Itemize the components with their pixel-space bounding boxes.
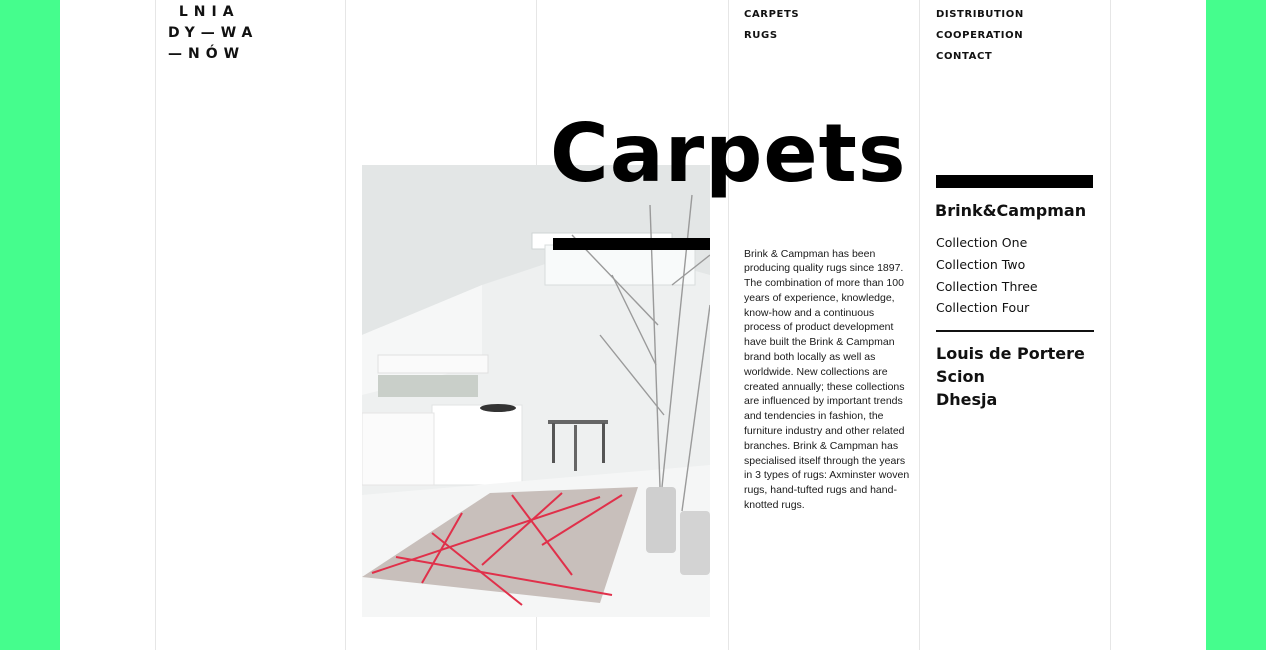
- logo-line-1: LNIA: [168, 4, 240, 20]
- collection-link-one[interactable]: Collection One: [936, 232, 1038, 254]
- nav-cooperation-link[interactable]: COOPERATION: [936, 25, 1024, 46]
- sidebar-accent-bar: [936, 175, 1093, 188]
- brand-link-scion[interactable]: Scion: [936, 365, 1085, 388]
- nav-distribution-link[interactable]: DISTRIBUTION: [936, 4, 1024, 25]
- collection-link-two[interactable]: Collection Two: [936, 254, 1038, 276]
- grid-line: [155, 0, 156, 650]
- logo-line-2: DY—WA: [168, 25, 259, 41]
- brand-heading[interactable]: Brink&Campman: [935, 201, 1086, 220]
- grid-line: [1110, 0, 1111, 650]
- site-logo[interactable]: LNIA DY—WA —NÓW: [168, 2, 258, 65]
- logo-line-3: —NÓW: [168, 46, 246, 62]
- primary-nav: CARPETS RUGS: [744, 4, 799, 46]
- title-accent-bar: [553, 238, 710, 250]
- nav-rugs-link[interactable]: RUGS: [744, 25, 799, 46]
- collection-link-four[interactable]: Collection Four: [936, 297, 1038, 319]
- brand-link-dhesja[interactable]: Dhesja: [936, 388, 1085, 411]
- sidebar-divider: [936, 330, 1094, 332]
- grid-line: [345, 0, 346, 650]
- collection-link-three[interactable]: Collection Three: [936, 276, 1038, 298]
- intro-paragraph: Brink & Campman has been producing quali…: [744, 247, 910, 512]
- interior-photo-illustration: [362, 165, 710, 617]
- nav-contact-link[interactable]: CONTACT: [936, 46, 1024, 67]
- page: LNIA DY—WA —NÓW CARPETS RUGS DISTRIBUTIO…: [60, 0, 1206, 650]
- brand-link-louis-de-portere[interactable]: Louis de Portere: [936, 342, 1085, 365]
- nav-carpets-link[interactable]: CARPETS: [744, 4, 799, 25]
- grid-line: [728, 0, 729, 650]
- hero-interior-image: [362, 165, 710, 617]
- secondary-nav: DISTRIBUTION COOPERATION CONTACT: [936, 4, 1024, 67]
- grid-line: [919, 0, 920, 650]
- brand-list: Louis de Portere Scion Dhesja: [936, 342, 1085, 411]
- page-title: Carpets: [550, 107, 907, 200]
- collection-list: Collection One Collection Two Collection…: [936, 232, 1038, 319]
